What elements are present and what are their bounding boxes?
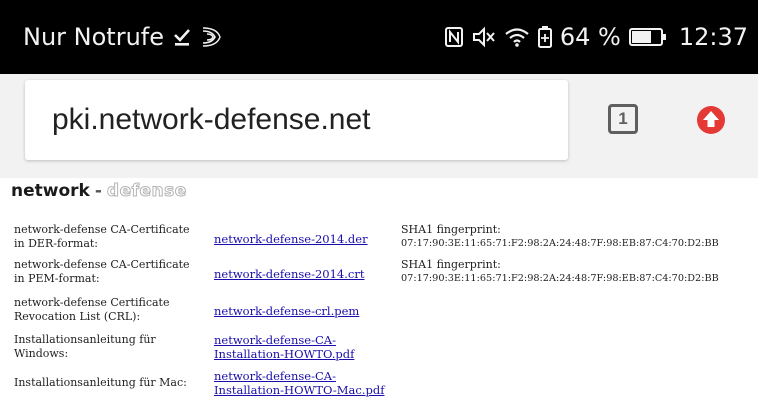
tab-count: 1: [618, 109, 628, 128]
wifi-icon: [504, 26, 530, 48]
fingerprint-label: SHA1 fingerprint:: [401, 258, 501, 271]
row-pem-fingerprint: SHA1 fingerprint: 07:17:90:3E:11:65:71:F…: [401, 258, 719, 286]
tab-switcher-button[interactable]: 1: [608, 104, 638, 134]
battery-icon: [628, 27, 667, 47]
link-der-certificate[interactable]: network-defense-2014.der: [214, 232, 368, 246]
row-pem-description: network-defense CA-Certificate in PEM-fo…: [14, 258, 190, 285]
link-mac-howto[interactable]: network-defense-CA- Installation-HOWTO-M…: [214, 369, 384, 397]
row-der-fingerprint: SHA1 fingerprint: 07:17:90:3E:11:65:71:F…: [401, 223, 719, 251]
clock: 12:37: [678, 23, 748, 51]
row-mac-description: Installationsanleitung für Mac:: [14, 376, 187, 389]
fingerprint-label: SHA1 fingerprint:: [401, 223, 501, 236]
battery-saver-icon: [537, 26, 552, 48]
row-windows-description: Installationsanleitung für Windows:: [14, 333, 156, 360]
battery-percent: 64 %: [559, 23, 621, 51]
fingerprint-value: 07:17:90:3E:11:65:71:F2:98:2A:24:48:7F:9…: [401, 273, 719, 284]
browser-toolbar: pki.network-defense.net 1: [0, 74, 758, 178]
status-bar-right: 64 % 12:37: [444, 20, 748, 54]
link-windows-howto[interactable]: network-defense-CA- Installation-HOWTO.p…: [214, 333, 354, 361]
address-bar[interactable]: pki.network-defense.net: [25, 80, 568, 160]
nfc-icon: [444, 26, 464, 48]
fingerprint-value: 07:17:90:3E:11:65:71:F2:98:2A:24:48:7F:9…: [401, 238, 719, 249]
site-logo: network - defense: [11, 180, 187, 202]
update-button[interactable]: [696, 105, 726, 135]
link-pem-certificate[interactable]: network-defense-2014.crt: [214, 267, 364, 281]
url-text[interactable]: pki.network-defense.net: [52, 103, 371, 137]
update-arrow-icon: [697, 106, 725, 134]
logo-defense-text: defense: [106, 181, 187, 202]
check-download-icon: [172, 27, 192, 47]
row-der-description: network-defense CA-Certificate in DER-fo…: [14, 223, 190, 250]
link-crl[interactable]: network-defense-crl.pem: [214, 304, 359, 318]
logo-network-text: network: [11, 181, 90, 201]
status-bar: Nur Notrufe 64 % 12:37: [0, 0, 758, 74]
logo-dash: -: [94, 181, 102, 201]
row-crl-description: network-defense Certificate Revocation L…: [14, 296, 170, 323]
status-bar-left: Nur Notrufe: [23, 20, 222, 54]
carrier-label: Nur Notrufe: [23, 23, 164, 51]
signal-waves-icon: [200, 27, 222, 47]
mute-icon: [472, 26, 496, 48]
